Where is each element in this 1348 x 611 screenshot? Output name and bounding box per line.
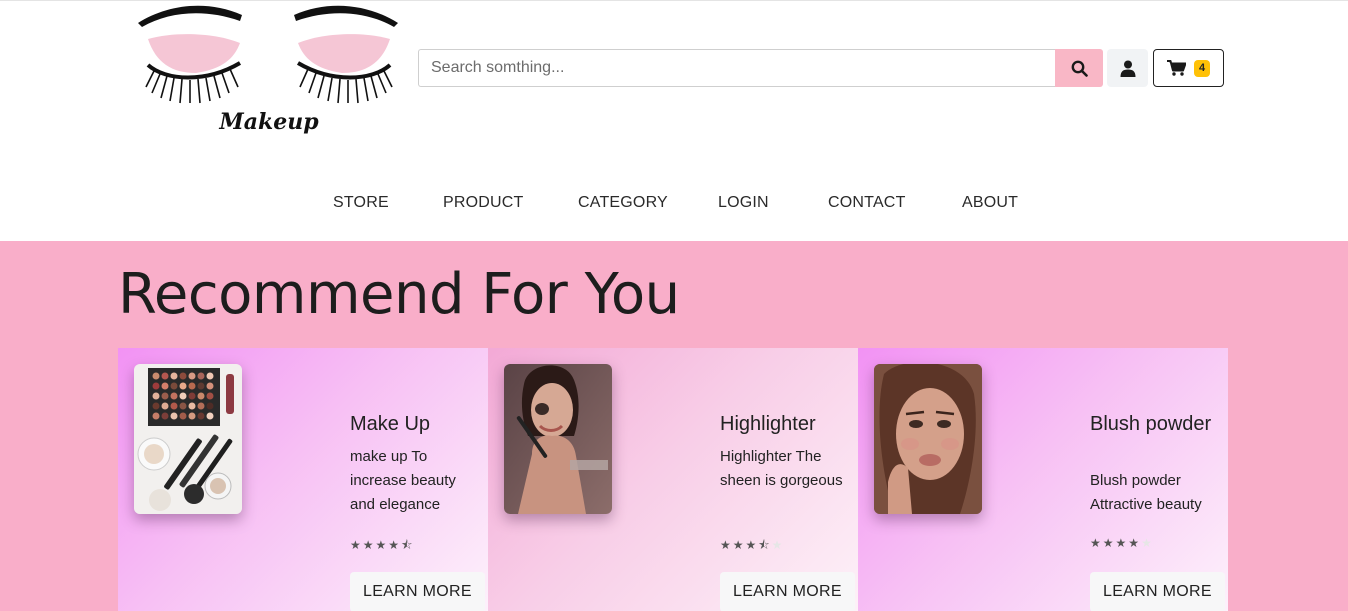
nav-item-about[interactable]: ABOUT	[962, 194, 1018, 212]
logo-text: Makeup	[218, 109, 319, 135]
nav-item-store[interactable]: STORE	[333, 194, 389, 212]
search-button[interactable]	[1055, 49, 1103, 87]
logo[interactable]: Makeup	[136, 1, 402, 141]
cart-count-badge: 4	[1193, 59, 1211, 77]
main-nav: STORE PRODUCT CATEGORY LOGIN CONTACT ABO…	[0, 194, 1348, 220]
card-title: Blush powder	[1090, 413, 1212, 435]
learn-more-button[interactable]: LEARN MORE	[720, 572, 855, 611]
site-header: Makeup 4 STORE PRODUCT CATEGORY LOGIN CO…	[0, 0, 1348, 241]
star-half-icon: ⯪	[758, 538, 772, 552]
card-description: Highlighter The sheen is gorgeous	[720, 448, 843, 489]
star-icon: ★	[720, 538, 733, 552]
star-icon: ★	[1090, 536, 1103, 550]
star-icon: ★	[1128, 536, 1142, 550]
star-empty-icon: ★	[1141, 536, 1154, 550]
card-title: Make Up	[350, 413, 431, 435]
user-icon	[1120, 60, 1135, 77]
search-icon	[1071, 60, 1088, 77]
user-account-button[interactable]	[1107, 49, 1148, 87]
product-image-highlighter[interactable]	[504, 364, 612, 514]
rating-stars: ★★★★⯪	[350, 536, 414, 557]
cart-button[interactable]: 4	[1153, 49, 1224, 87]
star-half-icon: ⯪	[401, 538, 415, 552]
product-image-makeup[interactable]	[134, 364, 242, 514]
search-input[interactable]	[418, 49, 1055, 87]
product-card: Make Up make up To increase beauty and e…	[118, 348, 488, 611]
logo-image: Makeup	[138, 5, 398, 135]
product-image-blush-powder[interactable]	[874, 364, 982, 514]
star-icon: ★	[1102, 536, 1116, 550]
card-description: make up To increase beauty and elegance	[350, 448, 456, 513]
nav-item-product[interactable]: PRODUCT	[443, 194, 524, 212]
star-icon: ★	[350, 538, 363, 552]
star-empty-icon: ★	[771, 538, 785, 552]
section-title: Recommend For You	[118, 262, 680, 327]
star-icon: ★	[1115, 536, 1129, 550]
nav-item-category[interactable]: CATEGORY	[578, 194, 668, 212]
product-card: Highlighter Highlighter The sheen is gor…	[488, 348, 858, 611]
rating-stars: ★★★⯪★	[720, 536, 784, 557]
rating-stars: ★★★★★	[1090, 536, 1154, 550]
nav-item-login[interactable]: LOGIN	[718, 194, 769, 212]
nav-item-contact[interactable]: CONTACT	[828, 194, 906, 212]
star-icon: ★	[732, 538, 746, 552]
learn-more-button[interactable]: LEARN MORE	[350, 572, 485, 611]
cart-icon	[1166, 60, 1186, 76]
search-bar	[418, 49, 1103, 87]
star-icon: ★	[375, 538, 389, 552]
star-icon: ★	[362, 538, 376, 552]
learn-more-button[interactable]: LEARN MORE	[1090, 572, 1225, 611]
card-title: Highlighter	[720, 413, 816, 435]
star-icon: ★	[388, 538, 402, 552]
product-card: Blush powder Blush powder Attractive bea…	[858, 348, 1228, 611]
star-icon: ★	[745, 538, 759, 552]
card-description: Blush powder Attractive beauty	[1090, 472, 1202, 513]
